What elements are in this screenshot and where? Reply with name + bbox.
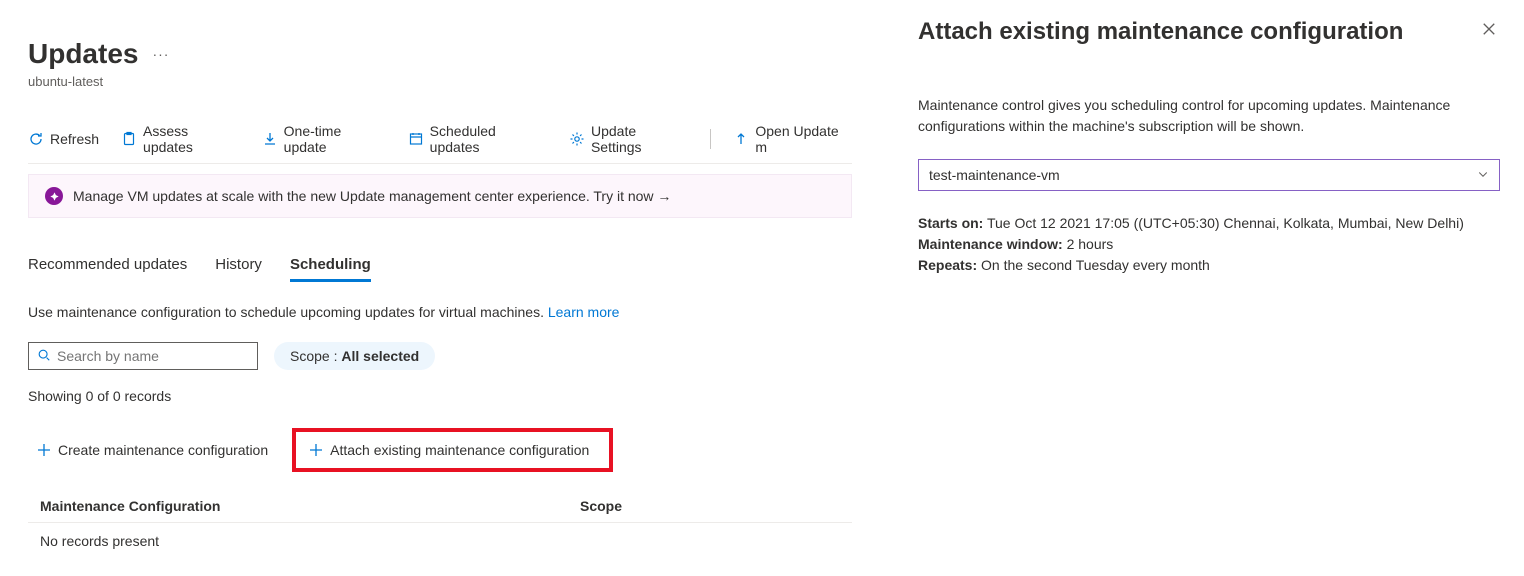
gear-icon bbox=[569, 131, 585, 147]
record-count: Showing 0 of 0 records bbox=[28, 388, 852, 404]
attach-config-button[interactable]: Attach existing maintenance configuratio… bbox=[300, 436, 597, 464]
th-scope: Scope bbox=[580, 498, 840, 514]
toolbar-separator bbox=[710, 129, 711, 149]
compass-icon bbox=[45, 187, 63, 205]
th-maintenance-config: Maintenance Configuration bbox=[40, 498, 580, 514]
highlighted-attach-box: Attach existing maintenance configuratio… bbox=[292, 428, 613, 472]
tab-history[interactable]: History bbox=[215, 256, 262, 282]
open-update-button[interactable]: Open Update m bbox=[733, 123, 852, 155]
config-select[interactable]: test-maintenance-vm bbox=[918, 159, 1500, 191]
page-subtitle: ubuntu-latest bbox=[28, 74, 852, 89]
refresh-button[interactable]: Refresh bbox=[28, 131, 99, 147]
plus-icon bbox=[308, 442, 324, 458]
repeats-value: On the second Tuesday every month bbox=[977, 257, 1210, 273]
repeats-label: Repeats: bbox=[918, 257, 977, 273]
scope-filter[interactable]: Scope : All selected bbox=[274, 342, 435, 370]
more-icon[interactable]: ··· bbox=[152, 46, 169, 62]
attach-label: Attach existing maintenance configuratio… bbox=[330, 442, 589, 458]
refresh-label: Refresh bbox=[50, 131, 99, 147]
assess-label: Assess updates bbox=[143, 123, 240, 155]
create-label: Create maintenance configuration bbox=[58, 442, 268, 458]
scope-label: Scope : bbox=[290, 348, 341, 364]
search-input[interactable] bbox=[57, 348, 249, 364]
assess-button[interactable]: Assess updates bbox=[121, 123, 240, 155]
config-details: Starts on: Tue Oct 12 2021 17:05 ((UTC+0… bbox=[918, 213, 1500, 276]
banner-text: Manage VM updates at scale with the new … bbox=[73, 188, 671, 204]
attach-panel: Attach existing maintenance configuratio… bbox=[894, 0, 1524, 576]
onetime-button[interactable]: One-time update bbox=[262, 123, 386, 155]
download-icon bbox=[262, 131, 278, 147]
window-label: Maintenance window: bbox=[918, 236, 1063, 252]
table-empty-row: No records present bbox=[28, 522, 852, 559]
desc-text: Use maintenance configuration to schedul… bbox=[28, 304, 548, 320]
window-value: 2 hours bbox=[1063, 236, 1114, 252]
open-update-label: Open Update m bbox=[755, 123, 852, 155]
tab-recommended[interactable]: Recommended updates bbox=[28, 256, 187, 282]
close-button[interactable] bbox=[1478, 18, 1500, 43]
onetime-label: One-time update bbox=[284, 123, 386, 155]
table-header: Maintenance Configuration Scope bbox=[28, 490, 852, 522]
panel-title: Attach existing maintenance configuratio… bbox=[918, 18, 1403, 47]
arrow-up-icon bbox=[733, 131, 749, 147]
scope-value: All selected bbox=[341, 348, 419, 364]
calendar-icon bbox=[408, 131, 424, 147]
starts-label: Starts on: bbox=[918, 215, 983, 231]
starts-value: Tue Oct 12 2021 17:05 ((UTC+05:30) Chenn… bbox=[983, 215, 1464, 231]
scheduled-button[interactable]: Scheduled updates bbox=[408, 123, 547, 155]
scheduling-description: Use maintenance configuration to schedul… bbox=[28, 304, 852, 320]
create-config-button[interactable]: Create maintenance configuration bbox=[28, 436, 276, 464]
search-icon bbox=[37, 348, 51, 365]
toolbar: Refresh Assess updates One-time update S… bbox=[28, 123, 852, 164]
settings-button[interactable]: Update Settings bbox=[569, 123, 688, 155]
page-title: Updates bbox=[28, 38, 138, 70]
panel-description: Maintenance control gives you scheduling… bbox=[918, 95, 1500, 137]
chevron-down-icon bbox=[1477, 167, 1489, 183]
search-input-wrapper[interactable] bbox=[28, 342, 258, 370]
scheduled-label: Scheduled updates bbox=[430, 123, 547, 155]
plus-icon bbox=[36, 442, 52, 458]
learn-more-link[interactable]: Learn more bbox=[548, 304, 620, 320]
clipboard-icon bbox=[121, 131, 137, 147]
tab-scheduling[interactable]: Scheduling bbox=[290, 256, 371, 282]
refresh-icon bbox=[28, 131, 44, 147]
tabs: Recommended updates History Scheduling bbox=[28, 256, 852, 282]
close-icon bbox=[1482, 22, 1496, 36]
settings-label: Update Settings bbox=[591, 123, 688, 155]
config-selected-value: test-maintenance-vm bbox=[929, 167, 1060, 183]
info-banner[interactable]: Manage VM updates at scale with the new … bbox=[28, 174, 852, 218]
